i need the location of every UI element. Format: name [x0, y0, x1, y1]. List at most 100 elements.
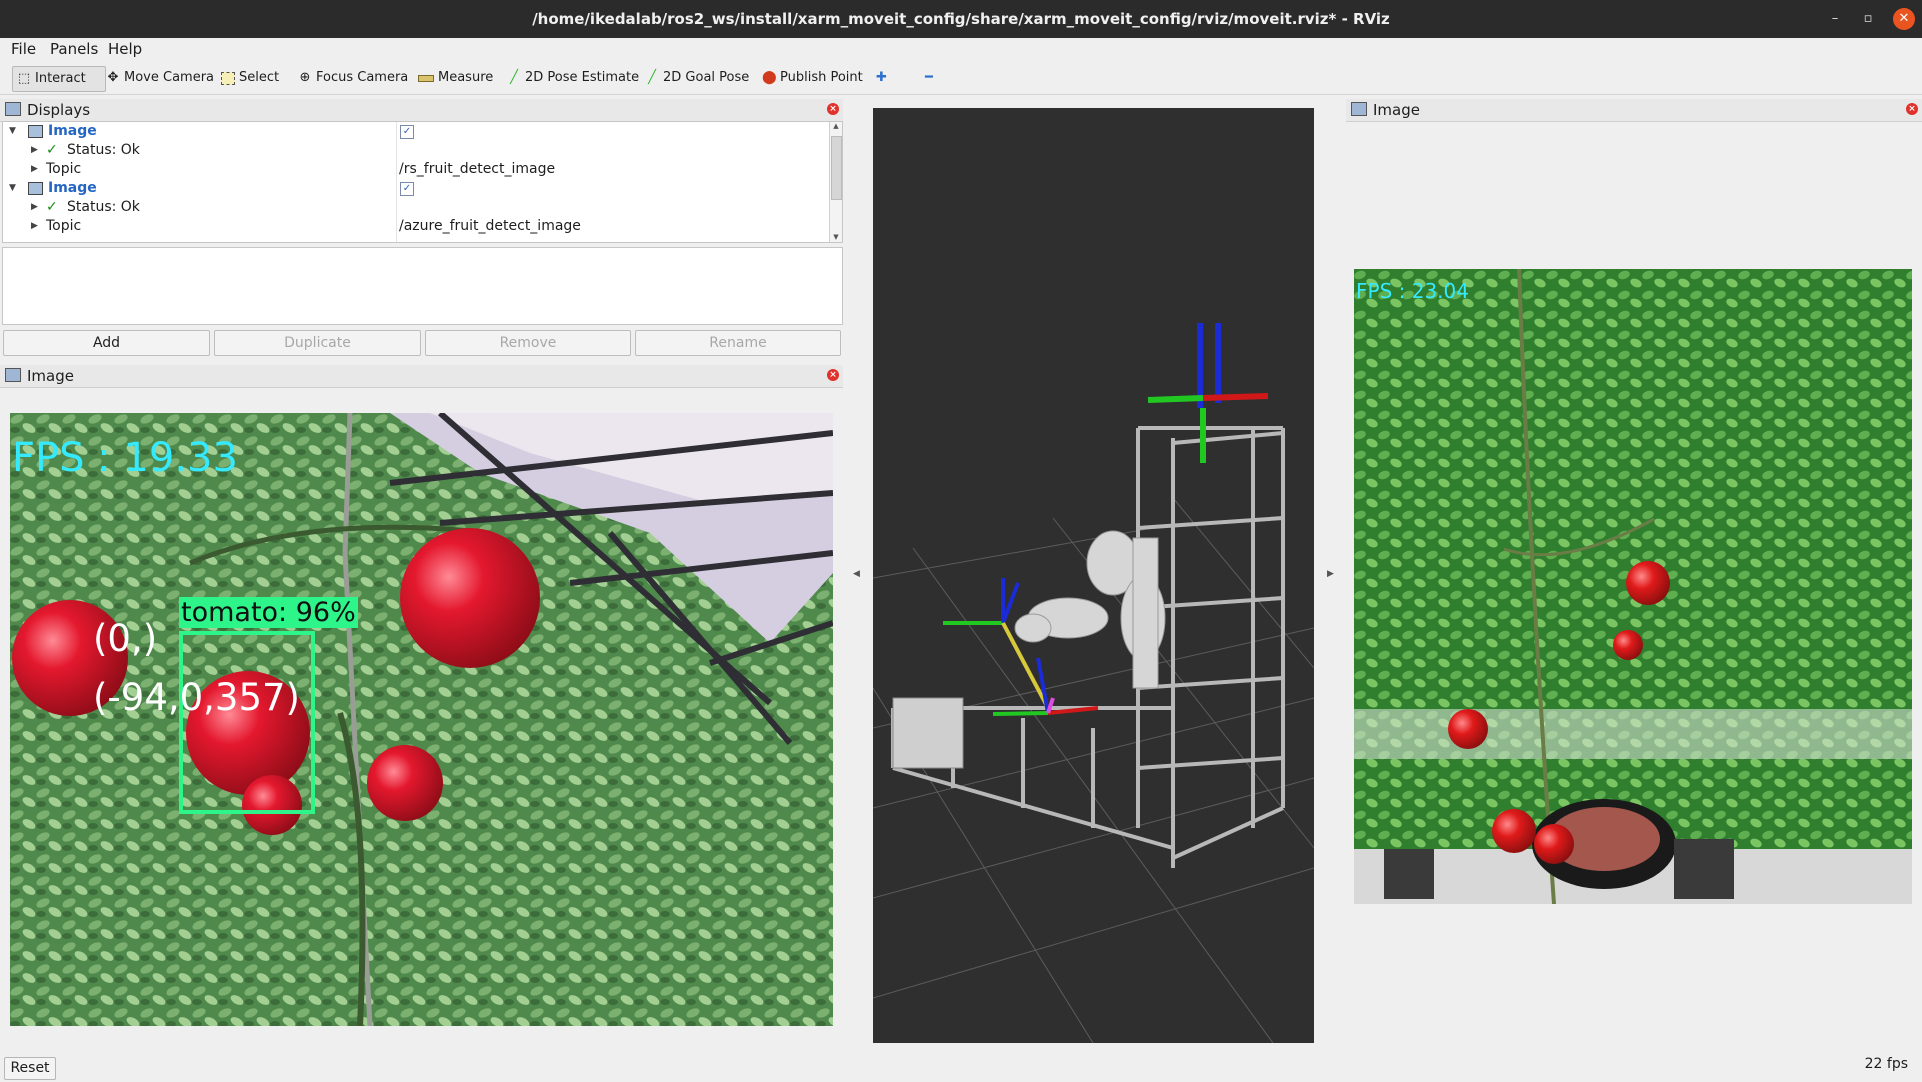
title-bar: /home/ikedalab/ros2_ws/install/xarm_move… — [0, 0, 1922, 38]
minimize-button[interactable]: – — [1824, 8, 1846, 30]
collapse-arrow-icon[interactable]: ▶ — [31, 160, 38, 179]
tf-frame-top — [1147, 323, 1269, 463]
tf-frame-left — [943, 578, 1050, 709]
select-icon — [221, 71, 235, 85]
status-text: Status: Ok — [67, 199, 140, 215]
add-button[interactable]: Add — [3, 330, 210, 356]
topic-value[interactable]: /azure_fruit_detect_image — [399, 217, 581, 236]
tomato — [367, 745, 443, 821]
focus-icon: ⊕ — [299, 70, 311, 85]
status-text: Status: Ok — [67, 142, 140, 158]
close-panel-icon[interactable]: × — [827, 369, 839, 381]
goal-pose-tool[interactable]: ╱ 2D Goal Pose — [641, 66, 753, 90]
menu-file[interactable]: File — [11, 40, 36, 58]
left-image-panel-header: Image × — [0, 365, 843, 388]
green-arrow-icon: ╱ — [648, 70, 656, 85]
interact-label: Interact — [35, 71, 86, 86]
publish-point-label: Publish Point — [780, 70, 863, 85]
select-label: Select — [239, 70, 280, 85]
greenhouse-tomato-image — [10, 413, 833, 1026]
description-box — [2, 247, 843, 325]
displays-title: Displays — [27, 101, 91, 119]
display-label: Image — [48, 123, 97, 139]
checkmark-icon: ✓ — [46, 199, 58, 215]
move-camera-label: Move Camera — [124, 70, 215, 85]
toolbar: ⬚ Interact ✥ Move Camera Select ⊕ Focus … — [0, 62, 1922, 95]
status-row[interactable]: ▶ ✓ Status: Ok — [3, 198, 828, 217]
topic-row[interactable]: ▶ Topic /azure_fruit_detect_image — [3, 217, 828, 236]
fps-overlay: FPS : 19.33 — [12, 435, 238, 481]
menu-bar: File Panels Help — [0, 38, 1922, 60]
image-panel-icon — [5, 368, 21, 382]
topic-label: Topic — [46, 161, 82, 177]
move-icon: ✥ — [107, 70, 119, 85]
display-enabled-checkbox[interactable]: ✓ — [400, 125, 414, 139]
tomato — [1448, 709, 1488, 749]
rename-button[interactable]: Rename — [635, 330, 841, 356]
measure-tool[interactable]: Measure — [414, 66, 497, 90]
move-camera-tool[interactable]: ✥ Move Camera — [102, 66, 218, 90]
topic-label: Topic — [46, 218, 82, 234]
plant-wall-image — [1354, 269, 1912, 904]
collapse-arrow-icon[interactable]: ▶ — [31, 198, 38, 217]
checkmark-icon: ✓ — [46, 142, 58, 158]
select-tool[interactable]: Select — [217, 66, 283, 90]
rs-camera-image: FPS : 19.33 tomato: 96% (0,) (-94,0,357) — [10, 413, 833, 1026]
image-panel-icon — [1351, 102, 1367, 116]
close-panel-icon[interactable]: × — [1906, 103, 1918, 115]
pose-estimate-tool[interactable]: ╱ 2D Pose Estimate — [503, 66, 643, 90]
collapse-arrow-icon[interactable]: ▶ — [31, 141, 38, 160]
expand-arrow-icon[interactable]: ▼ — [9, 179, 16, 198]
tomato — [400, 528, 540, 668]
displays-tree: ▼ Image ✓ ▶ ✓ Status: Ok ▶ Topic /rs_fru… — [2, 121, 843, 243]
display-item-image-1[interactable]: ▼ Image ✓ — [3, 122, 828, 141]
topic-row[interactable]: ▶ Topic /rs_fruit_detect_image — [3, 160, 828, 179]
duplicate-button[interactable]: Duplicate — [214, 330, 421, 356]
left-image-title: Image — [27, 367, 74, 385]
azure-camera-image: FPS : 23.04 — [1354, 269, 1912, 904]
focus-camera-label: Focus Camera — [316, 70, 409, 85]
menu-panels[interactable]: Panels — [50, 40, 98, 58]
right-image-panel-header: Image × — [1346, 99, 1922, 122]
close-window-button[interactable]: ✕ — [1893, 8, 1915, 30]
tomato — [1613, 630, 1643, 660]
expand-arrow-icon[interactable]: ▼ — [9, 122, 16, 141]
add-tool-button[interactable]: ✚ — [872, 66, 891, 90]
splitter-left-arrow-icon[interactable]: ◀ — [853, 569, 860, 579]
base-block — [892, 697, 964, 769]
close-panel-icon[interactable]: × — [827, 103, 839, 115]
detection-label: tomato: 96% — [179, 597, 358, 628]
maximize-button[interactable]: ▫ — [1857, 8, 1879, 30]
collapse-arrow-icon[interactable]: ▶ — [31, 217, 38, 236]
display-item-image-2[interactable]: ▼ Image ✓ — [3, 179, 828, 198]
3d-render-view[interactable] — [873, 108, 1314, 1043]
menu-help[interactable]: Help — [108, 40, 142, 58]
scroll-up-icon[interactable]: ▲ — [830, 122, 842, 130]
remove-button[interactable]: Remove — [425, 330, 631, 356]
window-title: /home/ikedalab/ros2_ws/install/xarm_move… — [532, 10, 1390, 28]
displays-scrollbar[interactable]: ▲ ▼ — [829, 122, 842, 242]
display-enabled-checkbox[interactable]: ✓ — [400, 182, 414, 196]
display-label: Image — [48, 180, 97, 196]
tomato — [1626, 561, 1670, 605]
status-row[interactable]: ▶ ✓ Status: Ok — [3, 141, 828, 160]
remove-tool-button[interactable]: ━ — [921, 66, 937, 90]
scroll-down-icon[interactable]: ▼ — [830, 233, 842, 241]
green-arrow-icon: ╱ — [510, 70, 518, 85]
image-display-icon — [28, 182, 43, 195]
ruler-icon — [418, 74, 434, 82]
interact-tool[interactable]: ⬚ Interact — [12, 66, 106, 92]
monitor-icon — [5, 102, 21, 116]
publish-point-tool[interactable]: ⬤ Publish Point — [758, 66, 867, 90]
measure-label: Measure — [438, 70, 494, 85]
right-image-title: Image — [1373, 101, 1420, 119]
image-display-icon — [28, 125, 43, 138]
splitter-right-arrow-icon[interactable]: ▶ — [1327, 569, 1334, 579]
pose-estimate-label: 2D Pose Estimate — [525, 70, 640, 85]
reset-button[interactable]: Reset — [4, 1057, 56, 1080]
coordinate-text-1: (0,) — [93, 617, 158, 660]
topic-value[interactable]: /rs_fruit_detect_image — [399, 160, 555, 179]
focus-camera-tool[interactable]: ⊕ Focus Camera — [294, 66, 412, 90]
coordinate-text-2: (-94,0,357) — [93, 676, 300, 719]
detection-bounding-box — [179, 631, 315, 814]
